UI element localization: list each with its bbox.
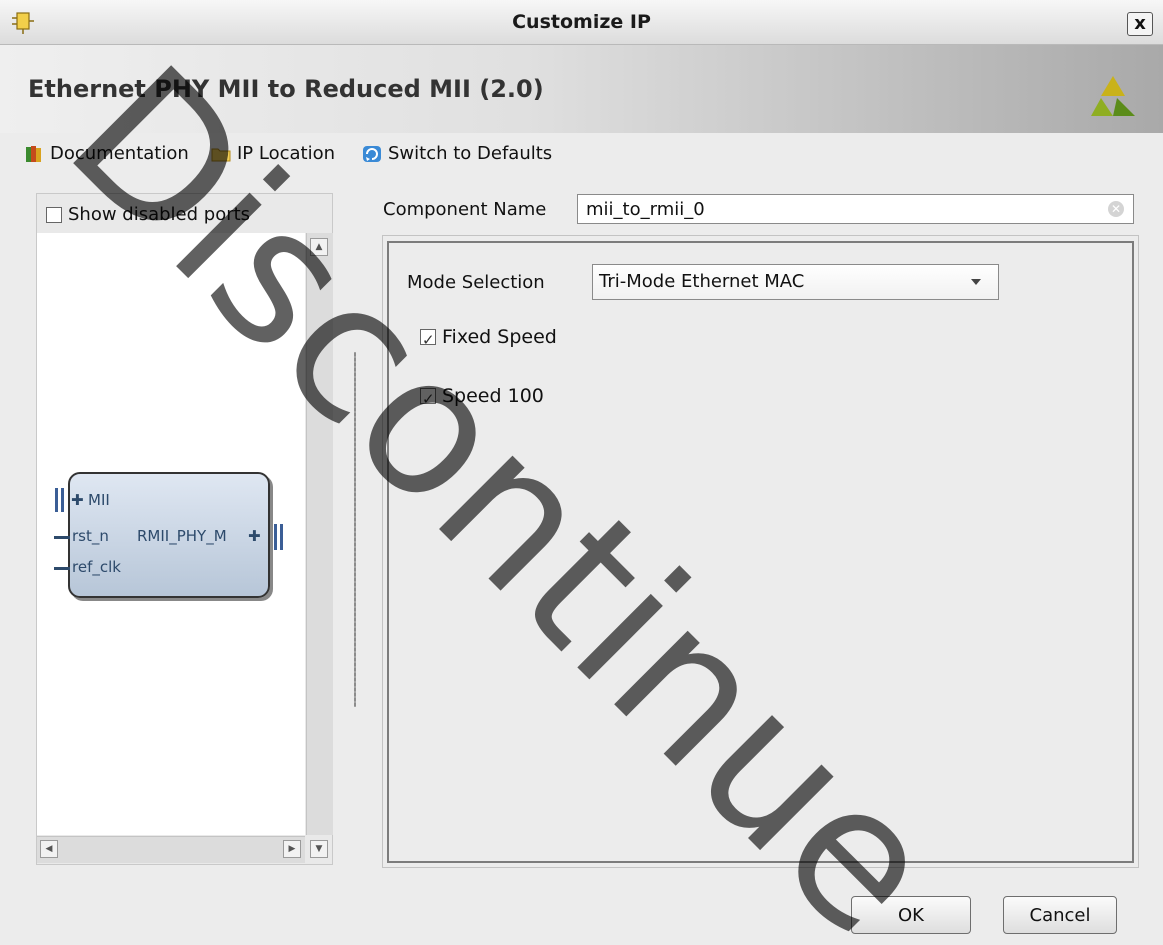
mode-selection-dropdown[interactable]: Tri-Mode Ethernet MAC	[592, 264, 999, 300]
panel-splitter[interactable]	[354, 352, 356, 707]
port-rst-n: rst_n	[72, 527, 109, 545]
port-rmii-phy: RMII_PHY_M	[137, 527, 227, 545]
mii-bus-pin	[55, 488, 58, 512]
show-disabled-label: Show disabled ports	[68, 204, 251, 225]
ok-button[interactable]: OK	[851, 896, 971, 934]
ref-clk-pin	[54, 567, 70, 570]
port-mii: MII	[88, 491, 110, 509]
component-name-label: Component Name	[383, 199, 547, 220]
mii-bus-pin-2	[61, 488, 64, 512]
ip-location-link[interactable]: IP Location	[211, 140, 335, 168]
scroll-right-icon[interactable]: ▶	[283, 840, 301, 858]
rmii-bus-pin	[274, 524, 277, 550]
chevron-down-icon[interactable]	[971, 279, 981, 285]
vertical-scrollbar[interactable]	[306, 233, 333, 835]
clear-icon[interactable]: ✕	[1108, 201, 1124, 217]
ip-title: Ethernet PHY MII to Reduced MII (2.0)	[28, 75, 544, 103]
folder-icon	[211, 148, 231, 162]
switch-defaults-link[interactable]: Switch to Defaults	[362, 140, 552, 168]
horizontal-scrollbar[interactable]	[37, 836, 305, 863]
fixed-speed-label: Fixed Speed	[442, 326, 557, 348]
rmii-bus-pin-2	[280, 524, 283, 550]
fixed-speed-check-icon[interactable]	[420, 326, 436, 354]
speed-100-label: Speed 100	[442, 385, 544, 407]
book-icon	[26, 146, 41, 162]
documentation-link[interactable]: Documentation	[24, 140, 189, 168]
scroll-up-icon[interactable]: ▲	[310, 238, 328, 256]
rst-pin	[54, 536, 70, 539]
documentation-label: Documentation	[50, 143, 189, 164]
cancel-button[interactable]: Cancel	[1003, 896, 1117, 934]
speed-100-check-icon[interactable]	[420, 385, 436, 413]
plus-icon[interactable]: ✚	[71, 491, 84, 509]
scroll-left-icon[interactable]: ◀	[40, 840, 58, 858]
port-ref-clk: ref_clk	[72, 558, 121, 576]
show-disabled-ports-checkbox[interactable]: Show disabled ports	[46, 202, 250, 228]
component-name-input[interactable]	[577, 194, 1134, 224]
switch-defaults-label: Switch to Defaults	[388, 143, 553, 164]
close-button[interactable]: x	[1127, 12, 1153, 36]
scroll-down-icon[interactable]: ▼	[310, 840, 328, 858]
mode-selection-label: Mode Selection	[407, 272, 545, 293]
speed-100-checkbox[interactable]: Speed 100	[420, 382, 544, 413]
brand-logo-icon	[1091, 76, 1135, 116]
ip-location-label: IP Location	[237, 143, 336, 164]
checkbox-box[interactable]	[46, 207, 62, 223]
plus-icon-rmii[interactable]: ✚	[248, 527, 261, 545]
window-title: Customize IP	[512, 11, 651, 33]
refresh-icon	[363, 146, 381, 162]
fixed-speed-checkbox[interactable]: Fixed Speed	[420, 323, 557, 354]
